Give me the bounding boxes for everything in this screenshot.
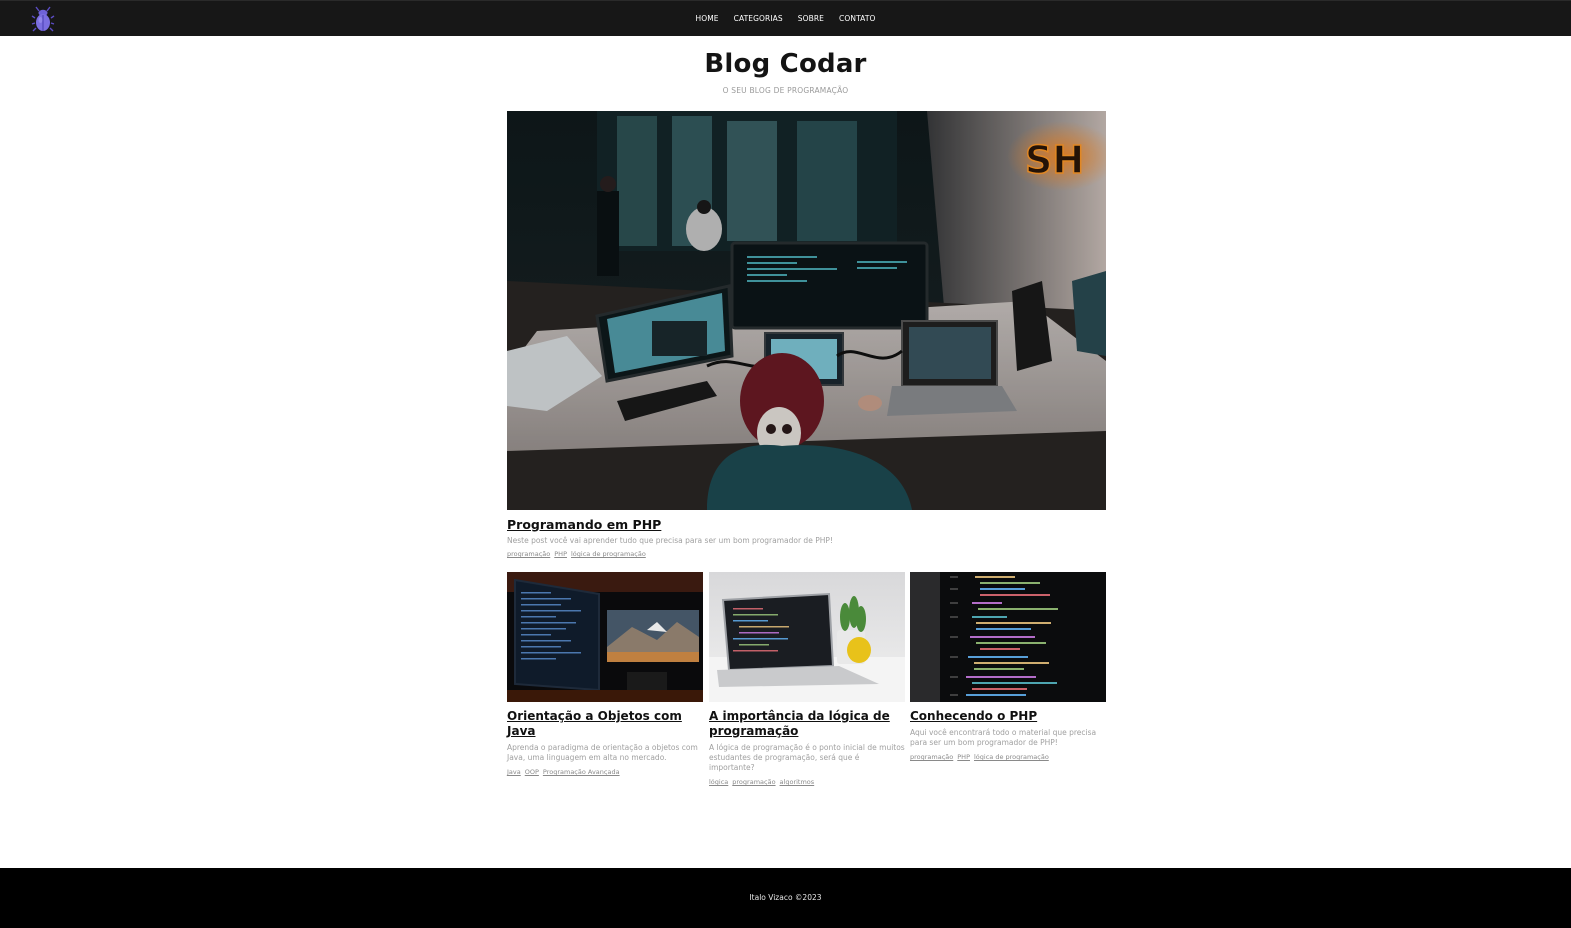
top-navbar: HOME CATEGORIAS SOBRE CONTATO xyxy=(0,0,1571,36)
code-screen-closeup-photo xyxy=(910,572,1106,702)
featured-post-title[interactable]: Programando em PHP xyxy=(507,516,1106,533)
tag-link[interactable]: lógica de programação xyxy=(571,550,646,558)
tag-link[interactable]: algoritmos xyxy=(780,778,815,786)
post-card-description: Aprenda o paradigma de orientação a obje… xyxy=(507,743,698,762)
nav-home[interactable]: HOME xyxy=(688,1,726,37)
tag-link[interactable]: programação xyxy=(732,778,775,786)
tag-link[interactable]: PHP xyxy=(554,550,567,558)
page-title: Blog Codar xyxy=(704,49,867,79)
tag-link[interactable]: OOP xyxy=(525,768,539,776)
footer: Italo Vizaco ©2023 xyxy=(0,868,1571,928)
post-card-image[interactable] xyxy=(709,572,905,702)
post-card-java: Orientação a Objetos com Java Aprenda o … xyxy=(507,572,703,776)
nav-sobre[interactable]: SOBRE xyxy=(790,1,831,37)
post-card-description: A lógica de programação é o ponto inicia… xyxy=(709,743,905,772)
post-card-title[interactable]: Orientação a Objetos com Java xyxy=(507,709,703,739)
post-card-php: Conhecendo o PHP Aqui você encontrará to… xyxy=(910,572,1106,761)
post-card-title[interactable]: Conhecendo o PHP xyxy=(910,709,1106,724)
nav-categorias[interactable]: CATEGORIAS xyxy=(726,1,790,37)
tag-link[interactable]: Programação Avançada xyxy=(543,768,620,776)
post-card-tags: Java OOP Programação Avançada xyxy=(507,768,703,776)
office-programmer-photo: SH xyxy=(507,111,1106,510)
post-card-tags: programação PHP lógica de programação xyxy=(910,753,1106,761)
tag-link[interactable]: programação xyxy=(910,753,953,761)
featured-post-tags: programação PHP lógica de programação xyxy=(507,550,1106,558)
post-card-tags: lógica programação algoritmos xyxy=(709,778,905,786)
tag-link[interactable]: PHP xyxy=(957,753,970,761)
tag-link[interactable]: lógica de programação xyxy=(974,753,1049,761)
post-card-image[interactable] xyxy=(910,572,1106,702)
post-card-logica: A importância da lógica de programação A… xyxy=(709,572,905,786)
main-nav: HOME CATEGORIAS SOBRE CONTATO xyxy=(0,1,1571,37)
page-subtitle: O SEU BLOG DE PROGRAMAÇÃO xyxy=(722,86,849,95)
post-card-image[interactable] xyxy=(507,572,703,702)
tag-link[interactable]: Java xyxy=(507,768,521,776)
laptop-plant-photo xyxy=(709,572,905,702)
featured-post: Programando em PHP Neste post você vai a… xyxy=(507,516,1106,558)
footer-copyright: Italo Vizaco ©2023 xyxy=(749,893,822,902)
tag-link[interactable]: lógica xyxy=(709,778,728,786)
dual-monitor-code-photo xyxy=(507,572,703,702)
nav-contato[interactable]: CONTATO xyxy=(832,1,883,37)
featured-post-description: Neste post você vai aprender tudo que pr… xyxy=(507,536,833,545)
tag-link[interactable]: programação xyxy=(507,550,550,558)
post-card-title[interactable]: A importância da lógica de programação xyxy=(709,709,905,739)
post-card-description: Aqui você encontrará todo o material que… xyxy=(910,728,1097,747)
featured-post-image[interactable]: SH xyxy=(507,111,1106,510)
